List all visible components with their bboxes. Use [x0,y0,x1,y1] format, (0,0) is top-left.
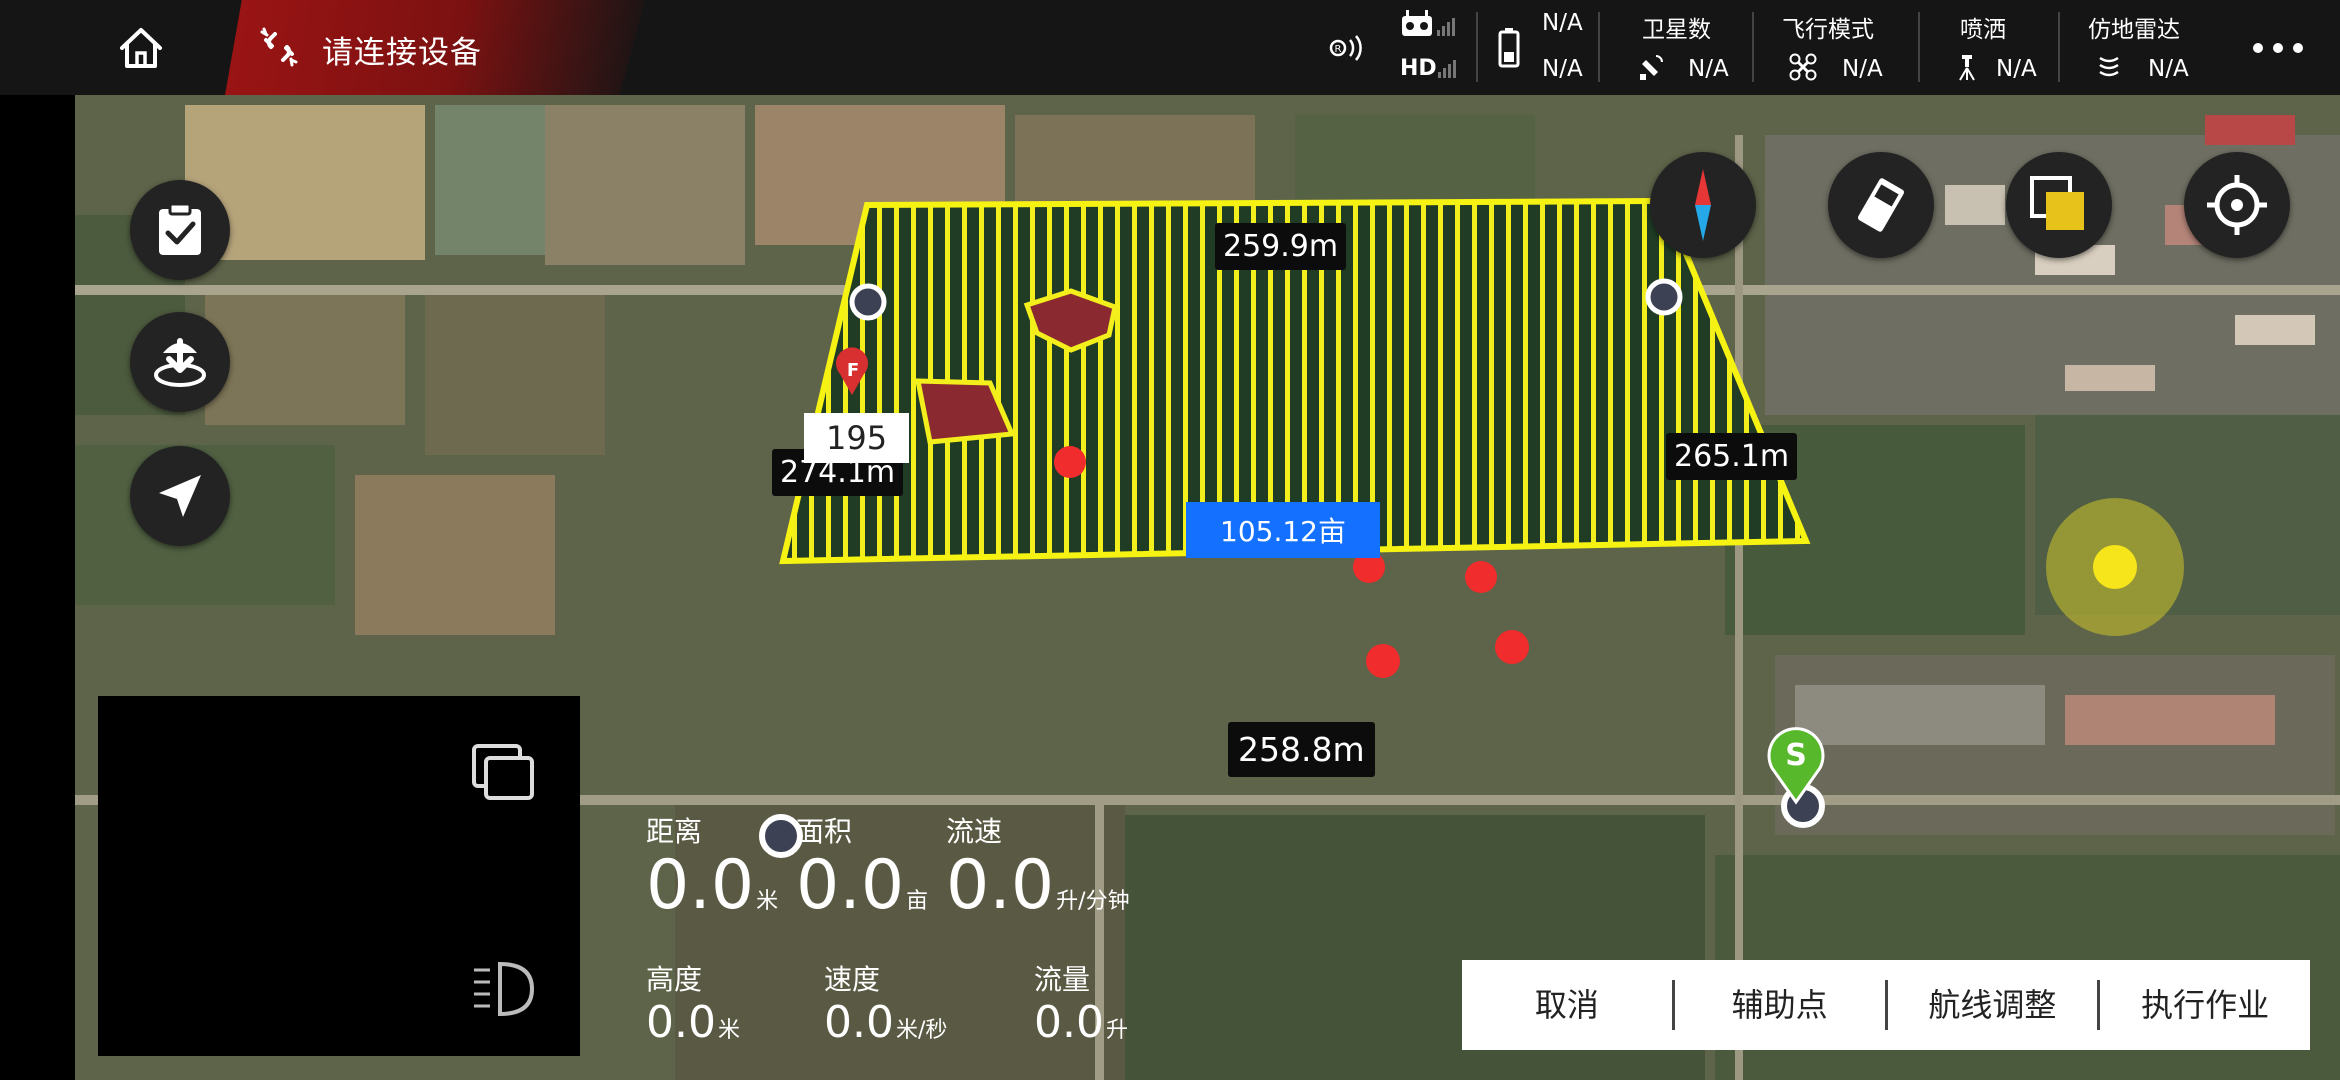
home-icon [120,28,162,68]
separator [1476,12,1478,82]
flight-mode-status: 飞行模式 N/A [1780,0,1910,95]
left-black-strip [0,0,75,1080]
compass-button[interactable] [1650,152,1756,258]
layers-icon [2030,176,2084,230]
svg-text:R: R [1335,44,1342,55]
connection-status-text[interactable]: 请连接设备 [322,27,482,72]
remote-device-button[interactable] [1828,152,1934,258]
area-label: 面积 [796,815,853,848]
locate-aircraft-button[interactable] [130,446,230,546]
area-value: 0.0 [796,846,905,925]
separator [2058,12,2060,82]
spray-icon [1959,55,1975,81]
bottom-edge-length: 258.8m [1228,722,1375,777]
terrain-radar-label: 仿地雷达 [2088,17,2180,43]
flow-rate-value: 0.0 [946,846,1055,925]
separator [1598,12,1600,82]
route-adjust-button[interactable]: 航线调整 [1888,960,2098,1050]
separator [1918,12,1920,82]
cancel-button[interactable]: 取消 [1462,960,1672,1050]
flight-mode-value: N/A [1842,56,1883,82]
task-list-button[interactable] [130,180,230,280]
speed-value: 0.0 [824,997,894,1048]
spray-label: 喷洒 [1960,17,2006,43]
flow-rate-label: 流速 [946,815,1003,848]
speed-readout: 速度 0.0米/秒 [824,958,947,1048]
field-area-tag: 105.12亩 [1186,502,1380,558]
crosshair-icon [2207,175,2267,235]
height-unit: 米 [717,1018,740,1043]
terrain-radar-status: 仿地雷达 N/A [2084,0,2204,95]
radar-icon [2099,56,2119,77]
drone-icon [1789,53,1817,81]
execute-task-button[interactable]: 执行作业 [2100,960,2310,1050]
remote-controller-icon [1857,178,1905,232]
joystick-control[interactable] [2046,498,2184,636]
battery-value-1: N/A [1542,10,1583,36]
map-layer-button[interactable] [2006,152,2112,258]
joystick-handle[interactable] [2093,545,2137,589]
more-icon[interactable] [2248,38,2308,58]
compass-icon [1695,169,1711,241]
hd-signal-icon [1438,60,1456,78]
action-bar: 取消 辅助点 航线调整 执行作业 [1462,960,2310,1050]
distance-label: 距离 [646,815,703,848]
terrain-radar-value: N/A [2148,56,2189,82]
rc-signal-icon: R [1329,35,1362,61]
broken-link-icon [260,27,298,67]
flow-readout: 流量 0.0升 [1034,958,1128,1048]
speed-label: 速度 [824,963,881,996]
video-preview[interactable] [98,696,580,1056]
spray-value: N/A [1996,56,2037,82]
takeoff-landing-button[interactable] [130,312,230,412]
satellite-value: N/A [1688,56,1729,82]
right-edge-length: 265.1m [1666,433,1798,480]
distance-unit: 米 [756,889,779,914]
home-button[interactable] [115,22,167,74]
battery-values: N/A N/A [1542,0,1602,95]
battery-icon [1498,28,1520,68]
flow-unit: 升 [1105,1018,1128,1043]
speed-unit: 米/秒 [895,1018,948,1043]
satellite-label: 卫星数 [1642,17,1711,43]
battery-value-2: N/A [1542,56,1583,82]
separator [1752,12,1754,82]
distance-readout: 距离 0.0米 [646,810,778,922]
height-label: 高度 [646,963,703,996]
top-edge-length: 259.9m [1215,223,1347,270]
controller-icon [1402,10,1455,36]
light-icon[interactable] [470,958,540,1020]
area-readout: 面积 0.0亩 [796,810,928,922]
landing-icon [154,338,206,387]
navigation-arrow-icon [159,475,201,517]
marker-f-label: F [846,360,860,381]
distance-value: 0.0 [646,846,755,925]
flight-mode-label: 飞行模式 [1782,17,1874,43]
spray-status: 喷洒 N/A [1946,0,2056,95]
hd-label: HD [1400,56,1437,81]
recenter-button[interactable] [2184,152,2290,258]
height-readout: 高度 0.0米 [646,958,740,1048]
top-status-bar: 请连接设备 R HD N/A N/A 卫星数 N/A 飞行模式 N/A 喷洒 N… [0,0,2340,95]
switch-view-icon[interactable] [470,742,538,806]
height-value: 0.0 [646,997,716,1048]
waypoint-value-box[interactable]: 195 [804,413,910,463]
clipboard-check-icon [159,203,201,255]
aux-point-button[interactable]: 辅助点 [1675,960,1885,1050]
flow-label: 流量 [1034,963,1091,996]
flow-rate-unit: 升/分钟 [1056,889,1130,914]
satellite-status: 卫星数 N/A [1630,0,1750,95]
flow-rate-readout: 流速 0.0升/分钟 [946,810,1130,922]
satellite-icon [1640,55,1663,80]
flow-value: 0.0 [1034,997,1104,1048]
area-unit: 亩 [906,889,929,914]
marker-s-label: S [1785,738,1807,773]
